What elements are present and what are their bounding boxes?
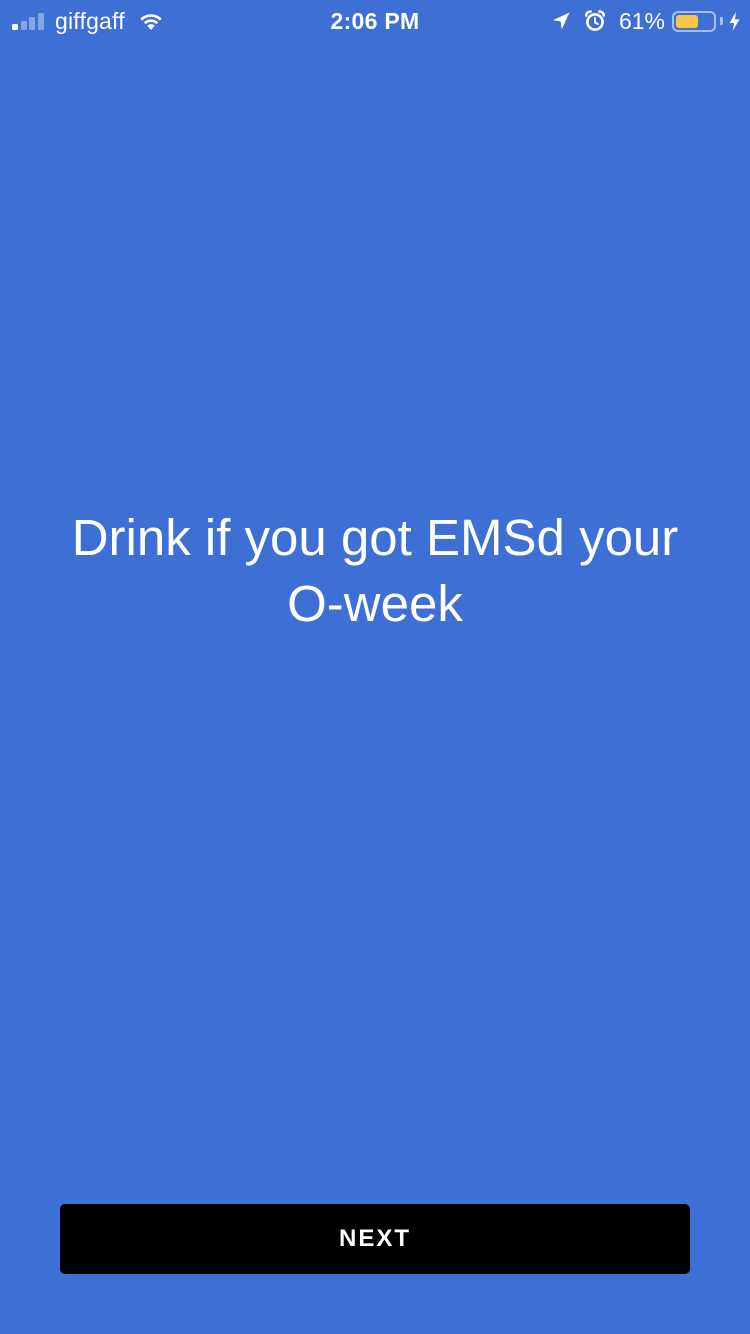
game-screen: giffgaff 2:06 PM 61% Drink if you got EM… bbox=[0, 0, 750, 1334]
game-prompt-text: Drink if you got EMSd your O-week bbox=[71, 509, 679, 632]
alarm-icon bbox=[584, 10, 606, 31]
status-right: 61% bbox=[551, 8, 740, 34]
battery-level-fill bbox=[676, 14, 698, 28]
location-arrow-icon bbox=[552, 12, 570, 30]
battery-percent: 61% bbox=[618, 7, 665, 34]
next-button[interactable]: NEXT bbox=[60, 1204, 690, 1274]
battery-icon bbox=[672, 10, 716, 32]
charging-bolt-icon bbox=[729, 11, 740, 31]
status-bar: giffgaff 2:06 PM 61% bbox=[0, 0, 750, 40]
battery-cap bbox=[720, 17, 723, 25]
